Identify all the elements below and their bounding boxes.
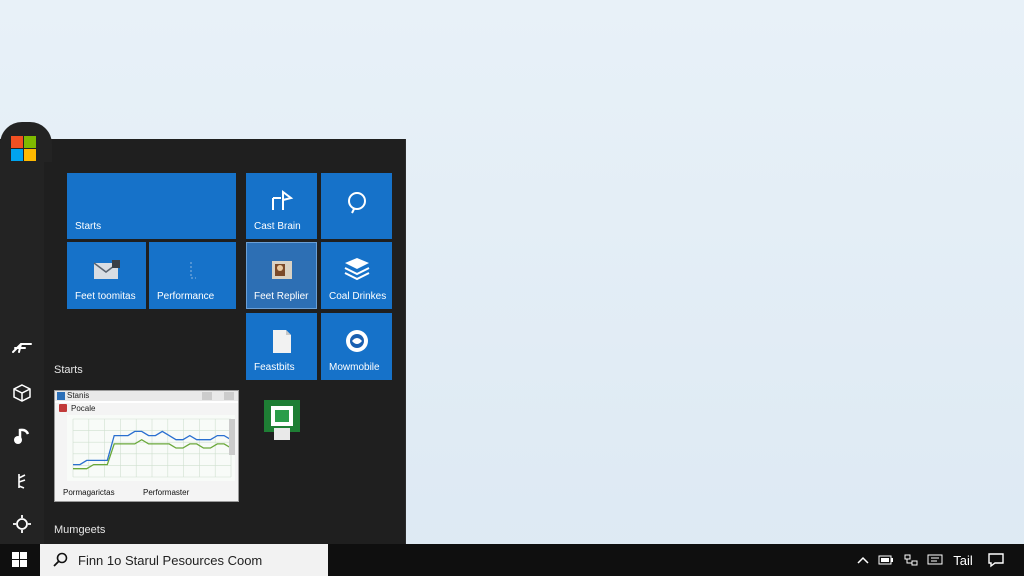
layers-icon	[344, 258, 369, 281]
scrollbar[interactable]	[229, 419, 235, 455]
gear-icon	[13, 515, 31, 533]
battery-icon	[878, 555, 893, 565]
window-titlebar[interactable]: Stanis	[55, 391, 238, 401]
tile-label: Cast Brain	[254, 221, 301, 232]
tray-clock[interactable]: Tail	[948, 544, 978, 576]
rail-documents-button[interactable]	[0, 373, 44, 413]
taskbar: Finn 1o Starul Pesources Coom Tail	[0, 544, 1024, 576]
tile-performance[interactable]: Performance	[149, 242, 236, 309]
tray-battery-button[interactable]	[876, 544, 896, 576]
cube-icon	[13, 384, 31, 402]
green-app-icon[interactable]	[264, 400, 300, 440]
rail-user-button[interactable]	[0, 327, 44, 367]
window-subtitle: Pocale	[71, 404, 96, 413]
tile-label: Performance	[157, 291, 215, 302]
performance-window[interactable]: Stanis Pocale Pormagarictas Performaster	[54, 390, 239, 502]
network-icon	[18, 474, 26, 489]
tray-display-button[interactable]	[924, 544, 946, 576]
document-icon	[272, 330, 291, 354]
window-title: Stanis	[67, 391, 90, 400]
taskbar-search-box[interactable]: Finn 1o Starul Pesources Coom	[40, 544, 328, 576]
tile-label: Feastbits	[254, 362, 295, 373]
rail-settings-button[interactable]	[0, 504, 44, 544]
tile-coal-drinkes[interactable]: Coal Drinkes	[321, 242, 392, 309]
tile-label: Feet Replier	[254, 291, 309, 302]
pen-icon	[12, 343, 32, 353]
tile-feet-replier[interactable]: Feet Replier	[246, 242, 317, 309]
tile-starts[interactable]: Starts	[67, 173, 236, 239]
flag-icon	[271, 189, 293, 210]
tile-cast-brain[interactable]: Cast Brain	[246, 173, 317, 239]
start-logo-tab[interactable]	[0, 122, 52, 162]
tile-feastbits[interactable]: Feastbits	[246, 313, 317, 380]
music-note-icon	[14, 428, 30, 444]
globe-icon	[345, 330, 368, 353]
tray-overflow-button[interactable]	[854, 544, 872, 576]
footer-right-label: Performaster	[143, 488, 190, 497]
notification-icon	[988, 553, 1004, 568]
network-icon	[904, 554, 918, 566]
rail-network-button[interactable]	[0, 461, 44, 501]
tile-label: Coal Drinkes	[329, 291, 387, 302]
tile-label: Mowmobile	[329, 362, 380, 373]
bracket-icon	[190, 262, 196, 279]
app-icon	[57, 392, 65, 400]
section-label-mumgeets: Mumgeets	[54, 524, 106, 536]
search-text: Finn 1o Starul Pesources Coom	[78, 552, 263, 568]
tile-mowmobile[interactable]: Mowmobile	[321, 313, 392, 380]
close-button[interactable]	[224, 392, 234, 400]
subtitle-icon	[59, 404, 67, 412]
tile-label: Starts	[75, 221, 102, 232]
minimize-button[interactable]	[202, 392, 212, 400]
tray-network-button[interactable]	[900, 544, 922, 576]
footer-left-label: Pormagarictas	[63, 488, 115, 497]
monitor-icon	[927, 554, 943, 565]
section-label-starts: Starts	[54, 364, 83, 376]
tile-label: Feet toomitas	[75, 291, 136, 302]
search-icon	[53, 552, 68, 567]
search-icon	[347, 191, 366, 214]
tile-search[interactable]	[321, 173, 392, 239]
windows-logo-icon	[11, 136, 36, 161]
tray-notifications-button[interactable]	[984, 544, 1008, 576]
performance-chart	[67, 415, 235, 481]
rail-music-button[interactable]	[0, 416, 44, 456]
windows-icon	[12, 552, 27, 567]
start-button[interactable]	[0, 544, 40, 576]
tile-feet-toomitas[interactable]: Feet toomitas	[67, 242, 146, 309]
mail-icon	[93, 260, 120, 280]
chevron-up-icon	[857, 556, 869, 564]
photo-icon	[271, 261, 292, 280]
